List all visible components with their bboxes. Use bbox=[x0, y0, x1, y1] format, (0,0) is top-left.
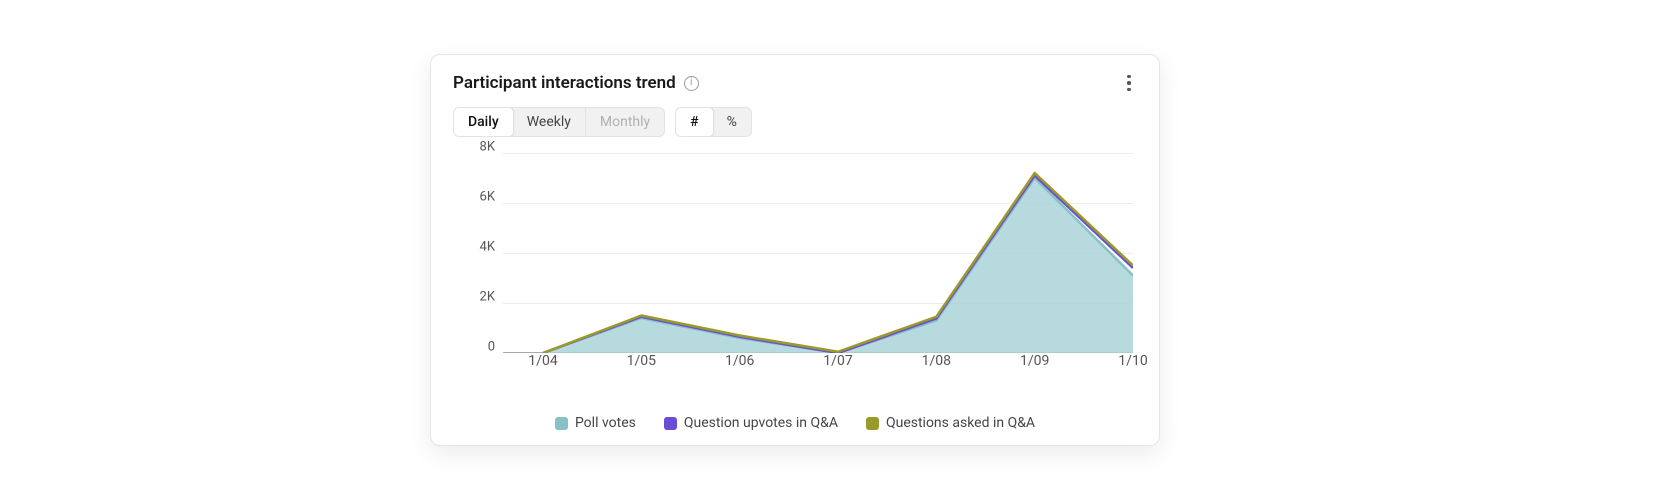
chart-area: 02K4K6K8K 1/041/051/061/071/081/091/10 bbox=[453, 147, 1137, 377]
range-weekly-button[interactable]: Weekly bbox=[513, 108, 586, 136]
x-tick-label: 1/08 bbox=[922, 353, 951, 369]
chart-controls: Daily Weekly Monthly # % bbox=[453, 107, 1137, 137]
legend-swatch bbox=[664, 417, 677, 430]
x-tick-label: 1/04 bbox=[528, 353, 557, 369]
interactions-trend-card: Participant interactions trend i Daily W… bbox=[430, 54, 1160, 446]
x-tick-label: 1/07 bbox=[823, 353, 852, 369]
more-options-button[interactable] bbox=[1117, 71, 1141, 95]
x-tick-label: 1/09 bbox=[1020, 353, 1049, 369]
range-daily-button[interactable]: Daily bbox=[453, 107, 514, 137]
area-poll-votes bbox=[543, 178, 1133, 353]
legend-item[interactable]: Poll votes bbox=[555, 415, 636, 431]
x-tick-label: 1/06 bbox=[725, 353, 754, 369]
range-segmented-control: Daily Weekly Monthly bbox=[453, 107, 665, 137]
chart-legend: Poll votes Question upvotes in Q&A Questio… bbox=[453, 415, 1137, 431]
y-tick-label: 0 bbox=[488, 340, 495, 355]
mode-percent-button[interactable]: % bbox=[713, 108, 751, 136]
y-axis: 02K4K6K8K bbox=[453, 147, 503, 347]
legend-item[interactable]: Questions asked in Q&A bbox=[866, 415, 1035, 431]
mode-segmented-control: # % bbox=[675, 107, 752, 137]
y-tick-label: 8K bbox=[480, 140, 495, 155]
mode-count-button[interactable]: # bbox=[675, 107, 713, 137]
legend-label: Questions asked in Q&A bbox=[886, 415, 1035, 431]
legend-label: Poll votes bbox=[575, 415, 636, 431]
range-monthly-button: Monthly bbox=[586, 108, 664, 136]
card-header: Participant interactions trend i bbox=[453, 73, 1137, 93]
legend-item[interactable]: Question upvotes in Q&A bbox=[664, 415, 838, 431]
legend-swatch bbox=[866, 417, 879, 430]
y-tick-label: 4K bbox=[480, 240, 495, 255]
y-tick-label: 2K bbox=[480, 290, 495, 305]
chart-svg bbox=[503, 153, 1133, 353]
info-icon[interactable]: i bbox=[684, 76, 699, 91]
plot-area bbox=[503, 153, 1133, 353]
x-axis: 1/041/051/061/071/081/091/10 bbox=[503, 353, 1133, 375]
legend-swatch bbox=[555, 417, 568, 430]
legend-label: Question upvotes in Q&A bbox=[684, 415, 838, 431]
x-tick-label: 1/05 bbox=[627, 353, 656, 369]
x-tick-label: 1/10 bbox=[1118, 353, 1147, 369]
y-tick-label: 6K bbox=[480, 190, 495, 205]
card-title: Participant interactions trend bbox=[453, 73, 676, 93]
